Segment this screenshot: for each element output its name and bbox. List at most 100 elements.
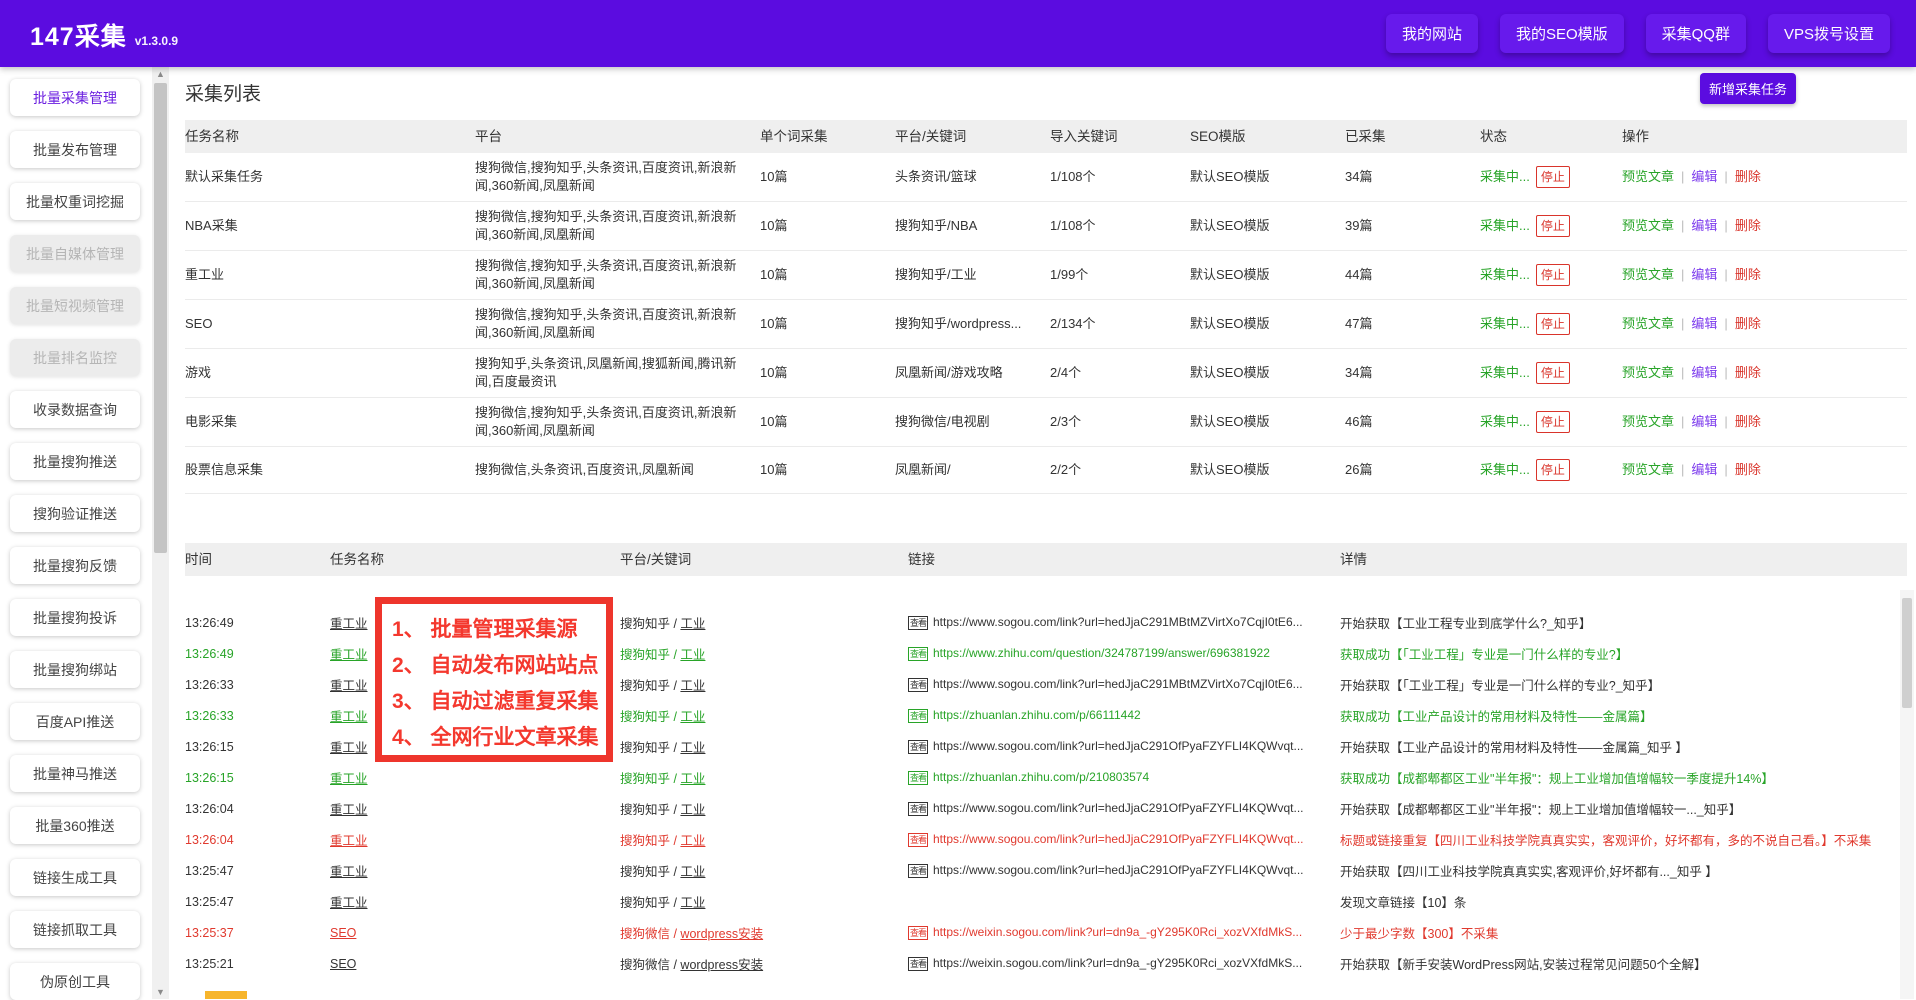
edit-link[interactable]: 编辑 bbox=[1691, 267, 1717, 282]
stop-button[interactable]: 停止 bbox=[1536, 459, 1570, 481]
scroll-up-icon[interactable]: ▲ bbox=[152, 67, 169, 81]
sidebar-item[interactable]: 伪原创工具 bbox=[10, 963, 140, 1000]
stop-button[interactable]: 停止 bbox=[1536, 362, 1570, 384]
add-task-button[interactable]: 新增采集任务 bbox=[1700, 73, 1796, 104]
scrollbar-thumb[interactable] bbox=[154, 83, 167, 553]
keyword-link[interactable]: 工业 bbox=[680, 617, 705, 631]
sidebar-item[interactable]: 链接生成工具 bbox=[10, 859, 140, 896]
log-task-name[interactable]: 重工业 bbox=[330, 830, 620, 849]
stop-button[interactable]: 停止 bbox=[1536, 166, 1570, 188]
preview-article-link[interactable]: 预览文章 bbox=[1622, 169, 1674, 184]
sidebar-item[interactable]: 收录数据查询 bbox=[10, 391, 140, 428]
edit-link[interactable]: 编辑 bbox=[1691, 218, 1717, 233]
edit-link[interactable]: 编辑 bbox=[1691, 462, 1717, 477]
nav-item-4[interactable]: VPS拨号设置 bbox=[1768, 14, 1890, 53]
stop-button[interactable]: 停止 bbox=[1536, 264, 1570, 286]
keyword-link[interactable]: 工业 bbox=[680, 834, 705, 848]
view-icon[interactable]: 查看 bbox=[908, 709, 928, 723]
sidebar-item[interactable]: 批量搜狗反馈 bbox=[10, 547, 140, 584]
nav-item-2[interactable]: 我的SEO模版 bbox=[1500, 14, 1624, 53]
sidebar-item[interactable]: 链接抓取工具 bbox=[10, 911, 140, 948]
edit-link[interactable]: 编辑 bbox=[1691, 365, 1717, 380]
view-icon[interactable]: 查看 bbox=[908, 647, 928, 661]
preview-article-link[interactable]: 预览文章 bbox=[1622, 414, 1674, 429]
delete-link[interactable]: 删除 bbox=[1735, 169, 1761, 184]
sidebar-item[interactable]: 批量搜狗推送 bbox=[10, 443, 140, 480]
log-url[interactable]: https://www.sogou.com/link?url=hedJjaC29… bbox=[933, 863, 1304, 877]
log-url[interactable]: https://weixin.sogou.com/link?url=dn9a_-… bbox=[933, 925, 1302, 939]
delete-link[interactable]: 删除 bbox=[1735, 316, 1761, 331]
delete-link[interactable]: 删除 bbox=[1735, 414, 1761, 429]
sidebar-item[interactable]: 批量采集管理 bbox=[10, 79, 140, 116]
delete-link[interactable]: 删除 bbox=[1735, 267, 1761, 282]
sidebar-item[interactable]: 批量360推送 bbox=[10, 807, 140, 844]
log-url[interactable]: https://zhuanlan.zhihu.com/p/66111442 bbox=[933, 708, 1141, 722]
keyword-link[interactable]: 工业 bbox=[680, 679, 705, 693]
nav-item-3[interactable]: 采集QQ群 bbox=[1646, 14, 1746, 53]
delete-link[interactable]: 删除 bbox=[1735, 462, 1761, 477]
view-icon[interactable]: 查看 bbox=[908, 957, 928, 971]
preview-article-link[interactable]: 预览文章 bbox=[1622, 218, 1674, 233]
log-task-name[interactable]: SEO bbox=[330, 957, 620, 971]
keyword-link[interactable]: 工业 bbox=[680, 772, 705, 786]
view-icon[interactable]: 查看 bbox=[908, 926, 928, 940]
keyword-link[interactable]: 工业 bbox=[680, 803, 705, 817]
log-url[interactable]: https://weixin.sogou.com/link?url=dn9a_-… bbox=[933, 956, 1302, 970]
nav-item-1[interactable]: 我的网站 bbox=[1386, 14, 1478, 53]
keyword-link[interactable]: 工业 bbox=[680, 710, 705, 724]
main-scrollbar[interactable]: ▲ ▼ bbox=[152, 67, 169, 999]
view-icon[interactable]: 查看 bbox=[908, 771, 928, 785]
log-url[interactable]: https://www.sogou.com/link?url=hedJjaC29… bbox=[933, 739, 1304, 753]
preview-article-link[interactable]: 预览文章 bbox=[1622, 365, 1674, 380]
view-icon[interactable]: 查看 bbox=[908, 864, 928, 878]
sidebar-item[interactable]: 批量发布管理 bbox=[10, 131, 140, 168]
task-name: 重工业 bbox=[185, 266, 475, 284]
stop-button[interactable]: 停止 bbox=[1536, 411, 1570, 433]
scroll-down-icon[interactable]: ▼ bbox=[152, 985, 169, 999]
keyword-link[interactable]: 工业 bbox=[680, 648, 705, 662]
delete-link[interactable]: 删除 bbox=[1735, 218, 1761, 233]
log-task-name[interactable]: 重工业 bbox=[330, 768, 620, 787]
platform-label: 搜狗微信 / bbox=[620, 958, 680, 972]
log-url[interactable]: https://zhuanlan.zhihu.com/p/210803574 bbox=[933, 770, 1149, 784]
keyword-link[interactable]: wordpress安装 bbox=[680, 958, 763, 972]
edit-link[interactable]: 编辑 bbox=[1691, 414, 1717, 429]
log-scrollbar-thumb[interactable] bbox=[1902, 598, 1912, 708]
log-url[interactable]: https://www.sogou.com/link?url=hedJjaC29… bbox=[933, 677, 1303, 691]
log-url[interactable]: https://www.sogou.com/link?url=hedJjaC29… bbox=[933, 832, 1304, 846]
edit-link[interactable]: 编辑 bbox=[1691, 169, 1717, 184]
preview-article-link[interactable]: 预览文章 bbox=[1622, 462, 1674, 477]
log-task-name[interactable]: 重工业 bbox=[330, 861, 620, 880]
log-url[interactable]: https://www.sogou.com/link?url=hedJjaC29… bbox=[933, 615, 1303, 629]
keyword-link[interactable]: wordpress安装 bbox=[680, 927, 763, 941]
sidebar-item[interactable]: 批量搜狗投诉 bbox=[10, 599, 140, 636]
sidebar-item[interactable]: 搜狗验证推送 bbox=[10, 495, 140, 532]
view-icon[interactable]: 查看 bbox=[908, 802, 928, 816]
log-task-name[interactable]: 重工业 bbox=[330, 799, 620, 818]
view-icon[interactable]: 查看 bbox=[908, 616, 928, 630]
view-icon[interactable]: 查看 bbox=[908, 740, 928, 754]
log-link-cell: 查看 https://www.sogou.com/link?url=hedJjaC… bbox=[908, 801, 1340, 816]
keyword-link[interactable]: 工业 bbox=[680, 896, 705, 910]
log-url[interactable]: https://www.zhihu.com/question/324787199… bbox=[933, 646, 1270, 660]
keyword-link[interactable]: 工业 bbox=[680, 741, 705, 755]
preview-article-link[interactable]: 预览文章 bbox=[1622, 267, 1674, 282]
sidebar-item[interactable]: 批量搜狗绑站 bbox=[10, 651, 140, 688]
log-scrollbar[interactable] bbox=[1900, 590, 1914, 999]
sidebar-item[interactable]: 百度API推送 bbox=[10, 703, 140, 740]
log-task-name[interactable]: 重工业 bbox=[330, 892, 620, 911]
view-icon[interactable]: 查看 bbox=[908, 678, 928, 692]
log-task-name[interactable]: SEO bbox=[330, 926, 620, 940]
sidebar-item[interactable]: 批量神马推送 bbox=[10, 755, 140, 792]
sidebar-item[interactable]: 批量权重词挖掘 bbox=[10, 183, 140, 220]
stop-button[interactable]: 停止 bbox=[1536, 313, 1570, 335]
task-platforms: 搜狗微信,搜狗知乎,头条资讯,百度资讯,新浪新闻,360新闻,凤凰新闻 bbox=[475, 208, 760, 244]
seo-template: 默认SEO模版 bbox=[1190, 168, 1345, 186]
delete-link[interactable]: 删除 bbox=[1735, 365, 1761, 380]
preview-article-link[interactable]: 预览文章 bbox=[1622, 316, 1674, 331]
log-url[interactable]: https://www.sogou.com/link?url=hedJjaC29… bbox=[933, 801, 1304, 815]
view-icon[interactable]: 查看 bbox=[908, 833, 928, 847]
edit-link[interactable]: 编辑 bbox=[1691, 316, 1717, 331]
keyword-link[interactable]: 工业 bbox=[680, 865, 705, 879]
stop-button[interactable]: 停止 bbox=[1536, 215, 1570, 237]
